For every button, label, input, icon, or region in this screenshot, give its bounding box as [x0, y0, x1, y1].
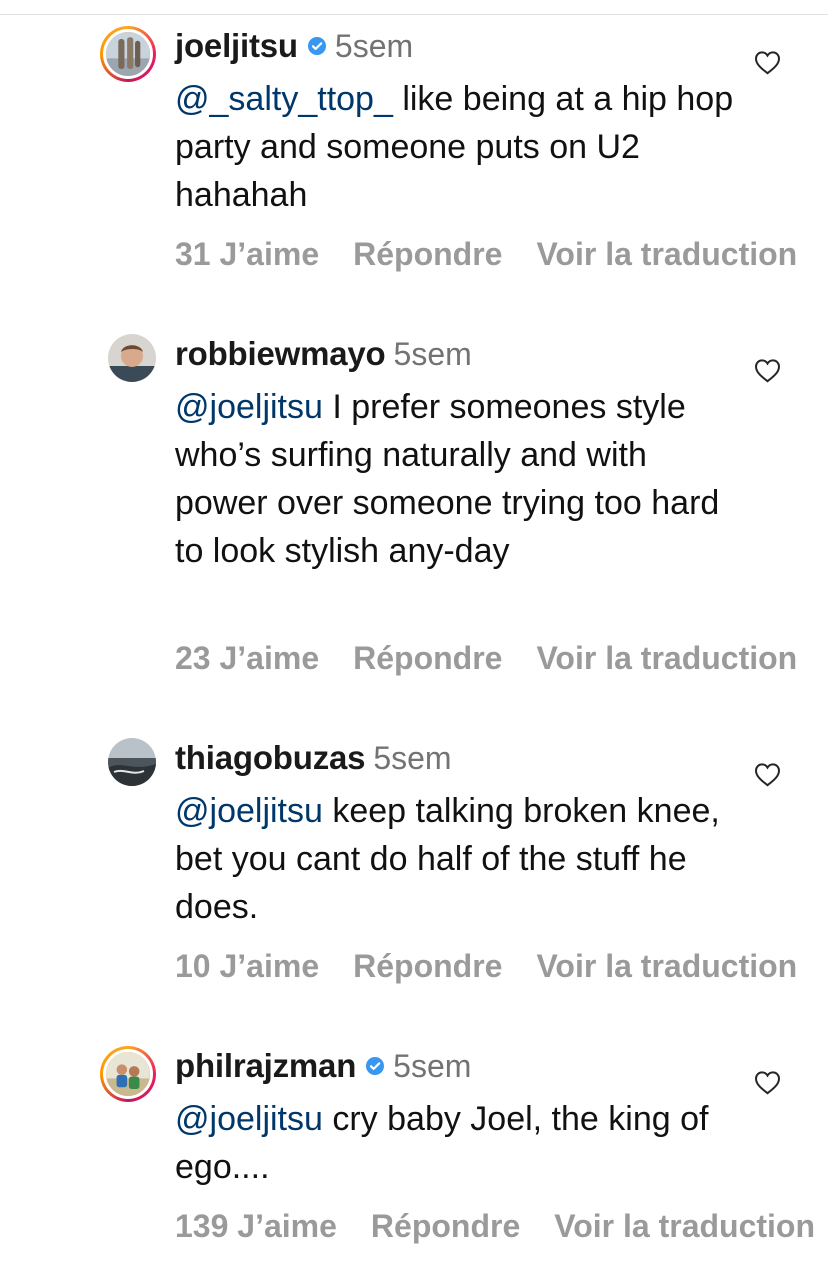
reply-button[interactable]: Répondre — [353, 948, 502, 985]
see-translation-button[interactable]: Voir la traduction — [554, 1208, 815, 1245]
verified-badge-icon — [307, 36, 327, 56]
mention-link[interactable]: @_salty_ttop_ — [175, 80, 393, 118]
username[interactable]: thiagobuzas — [175, 739, 366, 777]
see-translation-button[interactable]: Voir la traduction — [536, 948, 797, 985]
likes-count[interactable]: 10 J’aime — [175, 948, 319, 985]
heart-outline-icon[interactable] — [754, 762, 781, 787]
heart-outline-icon[interactable] — [754, 1070, 781, 1095]
avatar[interactable] — [108, 738, 156, 786]
username[interactable]: philrajzman — [175, 1047, 356, 1085]
top-divider — [0, 14, 828, 15]
avatar-image — [108, 738, 156, 786]
timestamp: 5sem — [393, 335, 472, 372]
reply-button[interactable]: Répondre — [353, 640, 502, 677]
username[interactable]: robbiewmayo — [175, 335, 386, 373]
avatar-image — [108, 334, 156, 382]
see-translation-button[interactable]: Voir la traduction — [536, 236, 797, 273]
avatar[interactable] — [100, 1046, 156, 1102]
see-translation-button[interactable]: Voir la traduction — [536, 640, 797, 677]
reply-button[interactable]: Répondre — [371, 1208, 520, 1245]
avatar[interactable] — [100, 26, 156, 82]
mention-link[interactable]: @joeljitsu — [175, 1100, 323, 1138]
avatar-image — [106, 32, 150, 76]
timestamp: 5sem — [373, 739, 452, 776]
likes-count[interactable]: 23 J’aime — [175, 640, 319, 677]
comment-text: @joeljitsu I prefer someones style who’s… — [175, 383, 735, 575]
timestamp: 5sem — [334, 27, 414, 64]
timestamp: 5sem — [393, 1047, 472, 1084]
likes-count[interactable]: 31 J’aime — [175, 236, 319, 273]
heart-outline-icon[interactable] — [754, 50, 781, 75]
comment-text: @_salty_ttop_ like being at a hip hop pa… — [175, 75, 735, 219]
mention-link[interactable]: @joeljitsu — [175, 792, 323, 830]
verified-badge-icon — [365, 1056, 385, 1076]
heart-outline-icon[interactable] — [754, 358, 781, 383]
avatar[interactable] — [108, 334, 156, 382]
comment-text: @joeljitsu cry baby Joel, the king of eg… — [175, 1095, 735, 1191]
comment-text: @joeljitsu keep talking broken knee, bet… — [175, 787, 735, 931]
likes-count[interactable]: 139 J’aime — [175, 1208, 337, 1245]
mention-link[interactable]: @joeljitsu — [175, 388, 323, 426]
avatar-image — [106, 1052, 150, 1096]
reply-button[interactable]: Répondre — [353, 236, 502, 273]
username[interactable]: joeljitsu — [175, 27, 298, 65]
